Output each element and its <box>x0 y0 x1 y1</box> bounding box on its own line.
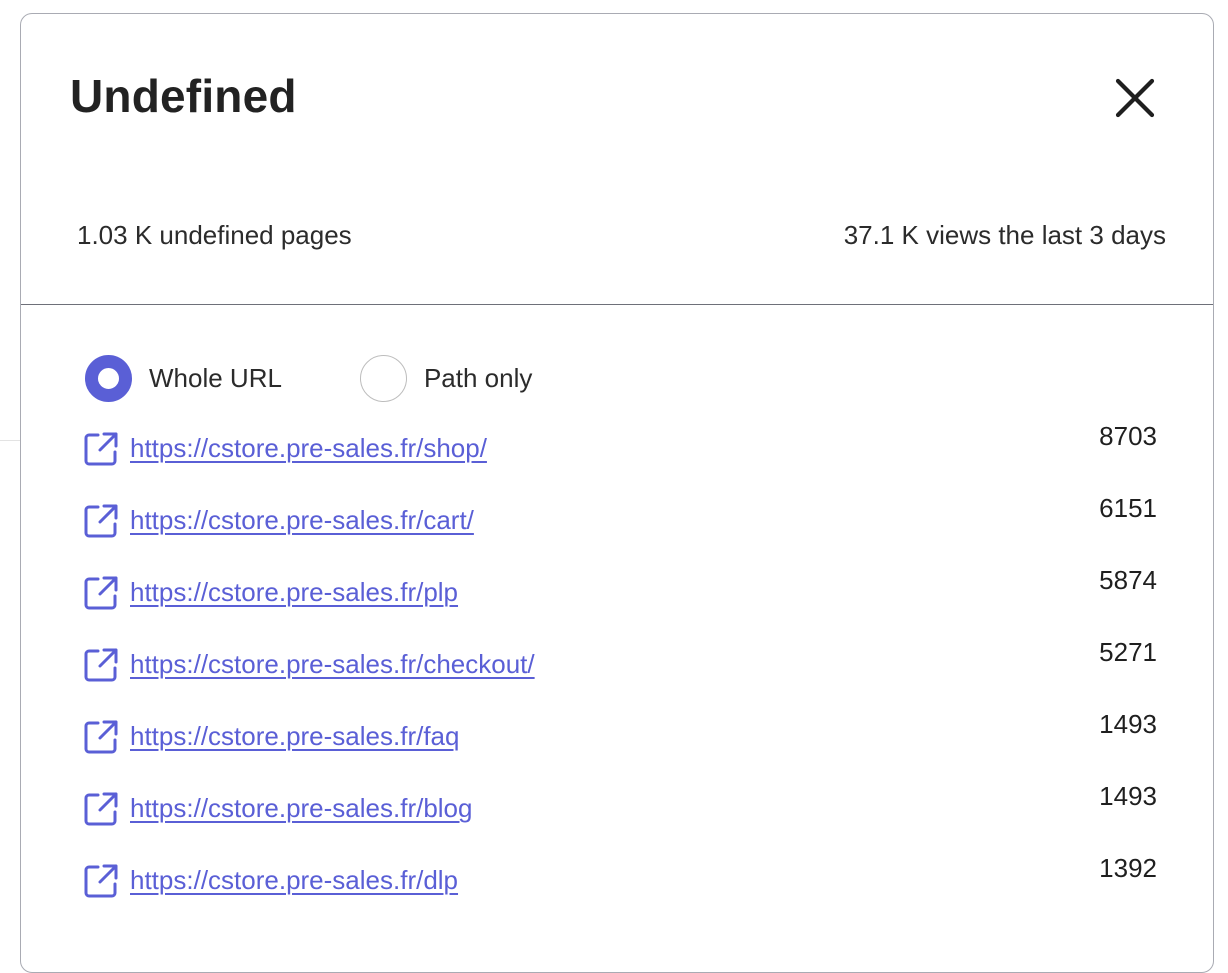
radio-unchecked-icon[interactable] <box>359 355 407 402</box>
external-link-icon[interactable] <box>83 863 119 899</box>
close-button[interactable] <box>1107 70 1163 126</box>
undefined-pages-count: 1.03 K undefined pages <box>77 220 352 250</box>
list-item: https://cstore.pre-sales.fr/blog 1493 <box>21 777 1213 849</box>
external-link-icon[interactable] <box>83 575 119 611</box>
radio-label: Whole URL <box>149 363 282 393</box>
url-link[interactable]: https://cstore.pre-sales.fr/cart/ <box>130 505 474 536</box>
views-count: 37.1 K views the last 3 days <box>843 220 1166 250</box>
radio-checked-icon[interactable] <box>85 355 132 402</box>
url-link[interactable]: https://cstore.pre-sales.fr/dlp <box>130 865 458 896</box>
dialog-title: Undefined <box>70 70 297 122</box>
close-icon <box>1115 78 1155 118</box>
url-view-count: 1392 <box>1099 853 1157 883</box>
undefined-pages-dialog: Undefined 1.03 K undefined pages 37.1 K … <box>20 13 1214 973</box>
dialog-header: Undefined 1.03 K undefined pages 37.1 K … <box>21 14 1213 305</box>
url-link[interactable]: https://cstore.pre-sales.fr/blog <box>130 793 472 824</box>
view-mode-radio-group: Whole URL Path only <box>85 355 532 402</box>
external-link-icon[interactable] <box>83 791 119 827</box>
radio-path-only[interactable]: Path only <box>359 355 533 402</box>
url-view-count: 8703 <box>1099 421 1157 451</box>
list-item: https://cstore.pre-sales.fr/dlp 1392 <box>21 849 1213 921</box>
radio-whole-url[interactable]: Whole URL <box>85 355 282 402</box>
url-link[interactable]: https://cstore.pre-sales.fr/plp <box>130 577 458 608</box>
url-view-count: 1493 <box>1099 709 1157 739</box>
list-item: https://cstore.pre-sales.fr/shop/ 8703 <box>21 417 1213 489</box>
list-item: https://cstore.pre-sales.fr/checkout/ 52… <box>21 633 1213 705</box>
url-view-count: 1493 <box>1099 781 1157 811</box>
url-link[interactable]: https://cstore.pre-sales.fr/faq <box>130 721 459 752</box>
url-view-count: 5271 <box>1099 637 1157 667</box>
url-link[interactable]: https://cstore.pre-sales.fr/shop/ <box>130 433 487 464</box>
external-link-icon[interactable] <box>83 503 119 539</box>
list-item: https://cstore.pre-sales.fr/faq 1493 <box>21 705 1213 777</box>
list-item: https://cstore.pre-sales.fr/cart/ 6151 <box>21 489 1213 561</box>
url-link[interactable]: https://cstore.pre-sales.fr/checkout/ <box>130 649 535 680</box>
url-view-count: 6151 <box>1099 493 1157 523</box>
list-item: https://cstore.pre-sales.fr/plp 5874 <box>21 561 1213 633</box>
external-link-icon[interactable] <box>83 647 119 683</box>
url-view-count: 5874 <box>1099 565 1157 595</box>
url-list: https://cstore.pre-sales.fr/shop/ 8703 h… <box>21 417 1213 921</box>
external-link-icon[interactable] <box>83 719 119 755</box>
external-link-icon[interactable] <box>83 431 119 467</box>
radio-label: Path only <box>423 363 533 393</box>
